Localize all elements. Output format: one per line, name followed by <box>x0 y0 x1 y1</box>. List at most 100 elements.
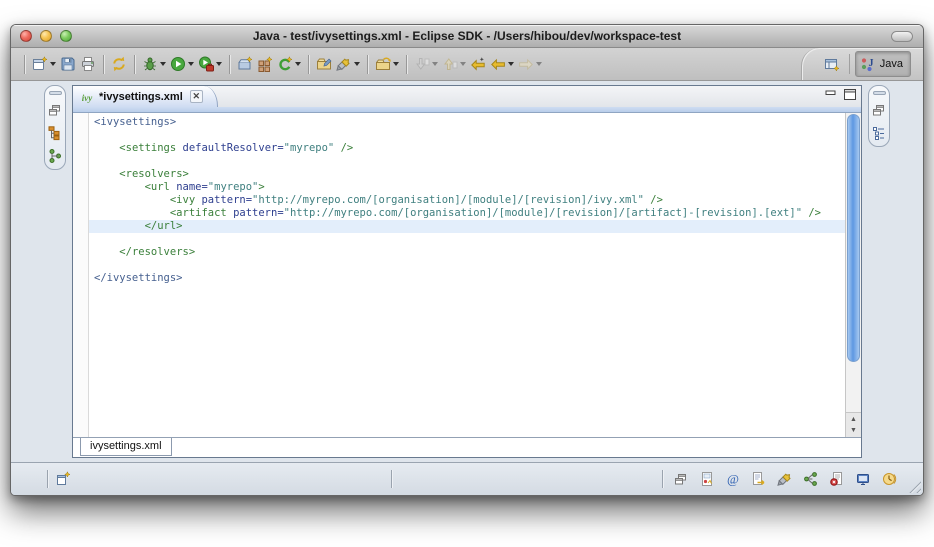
open-perspective-button[interactable] <box>820 53 844 75</box>
external-tools-button[interactable] <box>196 52 224 76</box>
source-page-tab[interactable]: ivysettings.xml <box>80 438 172 456</box>
last-edit-location-button[interactable] <box>468 52 488 76</box>
code-line[interactable]: <artifact pattern="http://myrepo.com/[or… <box>89 207 845 220</box>
code-lines[interactable]: <ivysettings> <settings defaultResolver=… <box>89 113 845 437</box>
back-dropdown-arrow[interactable] <box>508 62 514 66</box>
annotation-ruler[interactable] <box>73 113 89 437</box>
new-class-dropdown-arrow[interactable] <box>295 62 301 66</box>
next-annotation-button[interactable] <box>412 52 440 76</box>
search-button[interactable] <box>334 52 362 76</box>
code-line[interactable] <box>89 129 845 142</box>
toolbar-separator <box>367 55 368 74</box>
type-hierarchy-icon[interactable] <box>47 148 63 164</box>
traffic-lights <box>20 30 72 42</box>
code-line[interactable] <box>89 155 845 168</box>
search-dropdown-arrow[interactable] <box>354 62 360 66</box>
toolbar-separator <box>308 55 309 74</box>
save-button[interactable] <box>58 52 78 76</box>
new-plugin-button[interactable] <box>255 52 275 76</box>
run-dropdown-arrow[interactable] <box>188 62 194 66</box>
new-button[interactable] <box>30 52 58 76</box>
last-edit-location-icon <box>470 56 486 72</box>
vertical-scrollbar[interactable]: ▲ ▼ <box>845 113 861 437</box>
toolbar-toggle-button[interactable] <box>891 31 913 42</box>
code-line[interactable]: <url name="myrepo"> <box>89 181 845 194</box>
status-bar: @ <box>11 462 923 495</box>
svg-text:@: @ <box>727 472 739 487</box>
java-perspective-label: Java <box>880 58 903 70</box>
code-line[interactable] <box>89 259 845 272</box>
scroll-up-button[interactable]: ▲ <box>850 416 857 423</box>
prev-annotation-dropdown-arrow[interactable] <box>460 62 466 66</box>
prev-annotation-button[interactable] <box>440 52 468 76</box>
desktop: Java - test/ivysettings.xml - Eclipse SD… <box>0 0 934 547</box>
refresh-button[interactable] <box>109 52 129 76</box>
new-project-button[interactable] <box>235 52 255 76</box>
code-line[interactable]: <resolvers> <box>89 168 845 181</box>
open-resource-button[interactable] <box>373 52 401 76</box>
view-bar-handle[interactable] <box>49 91 62 95</box>
maximize-editor-button[interactable] <box>844 89 856 100</box>
debug-dropdown-arrow[interactable] <box>160 62 166 66</box>
package-explorer-icon[interactable] <box>47 125 63 141</box>
progress-icon[interactable] <box>880 471 897 488</box>
print-button[interactable] <box>78 52 98 76</box>
new-plugin-icon <box>257 56 273 72</box>
restore-views-icon[interactable] <box>871 102 887 118</box>
declaration-icon[interactable] <box>750 471 767 488</box>
toolbar-separator <box>406 55 407 74</box>
left-view-icons <box>47 102 63 164</box>
editor-tab[interactable]: ivy *ivysettings.xml ✕ <box>73 86 218 107</box>
refresh-icon <box>111 56 127 72</box>
run-button[interactable] <box>168 52 196 76</box>
resize-grip[interactable] <box>906 478 921 493</box>
java-perspective-button[interactable]: J Java <box>855 51 911 77</box>
minimize-editor-button[interactable] <box>825 89 837 100</box>
perspective-switcher: J Java <box>801 48 923 80</box>
view-bar-handle[interactable] <box>873 91 886 95</box>
eclipse-window: Java - test/ivysettings.xml - Eclipse SD… <box>10 24 924 496</box>
status-icon-tray: @ <box>662 463 897 495</box>
restore-views-icon[interactable] <box>672 471 689 488</box>
restore-views-icon[interactable] <box>47 102 63 118</box>
editor-tab-title: *ivysettings.xml <box>99 91 183 103</box>
dependency-graph-icon[interactable] <box>802 471 819 488</box>
code-line[interactable]: <ivy pattern="http://myrepo.com/[organis… <box>89 194 845 207</box>
new-fastview-icon[interactable] <box>54 471 71 488</box>
code-line[interactable]: </ivysettings> <box>89 272 845 285</box>
scrollbar-thumb[interactable] <box>847 114 860 362</box>
open-resource-dropdown-arrow[interactable] <box>393 62 399 66</box>
code-line[interactable] <box>89 233 845 246</box>
next-annotation-dropdown-arrow[interactable] <box>432 62 438 66</box>
forward-dropdown-arrow[interactable] <box>536 62 542 66</box>
outline-icon[interactable] <box>871 125 887 141</box>
close-window-button[interactable] <box>20 30 32 42</box>
open-file-button[interactable] <box>314 52 334 76</box>
code-line[interactable]: </url> <box>89 220 845 233</box>
debug-button[interactable] <box>140 52 168 76</box>
new-class-button[interactable] <box>275 52 303 76</box>
scroll-down-button[interactable]: ▼ <box>850 427 857 434</box>
back-button[interactable] <box>488 52 516 76</box>
new-dropdown-arrow[interactable] <box>50 62 56 66</box>
error-log-icon[interactable] <box>828 471 845 488</box>
search-icon[interactable] <box>776 471 793 488</box>
zoom-window-button[interactable] <box>60 30 72 42</box>
status-separator <box>391 470 392 488</box>
code-line[interactable]: <settings defaultResolver="myrepo" /> <box>89 142 845 155</box>
window-titlebar[interactable]: Java - test/ivysettings.xml - Eclipse SD… <box>11 25 923 48</box>
run-icon <box>170 56 186 72</box>
code-line[interactable]: </resolvers> <box>89 246 845 259</box>
tab-close-button[interactable]: ✕ <box>190 90 203 103</box>
minimize-window-button[interactable] <box>40 30 52 42</box>
console-icon[interactable] <box>854 471 871 488</box>
forward-button[interactable] <box>516 52 544 76</box>
external-tools-dropdown-arrow[interactable] <box>216 62 222 66</box>
report-icon[interactable] <box>698 471 715 488</box>
javadoc-icon[interactable]: @ <box>724 471 741 488</box>
status-separator <box>47 470 48 488</box>
perspective-separator <box>849 54 850 74</box>
scrollbar-arrows: ▲ ▼ <box>846 412 861 437</box>
workbench-area: ivy *ivysettings.xml ✕ <ivysettings> <se… <box>11 81 923 462</box>
code-line[interactable]: <ivysettings> <box>89 116 845 129</box>
